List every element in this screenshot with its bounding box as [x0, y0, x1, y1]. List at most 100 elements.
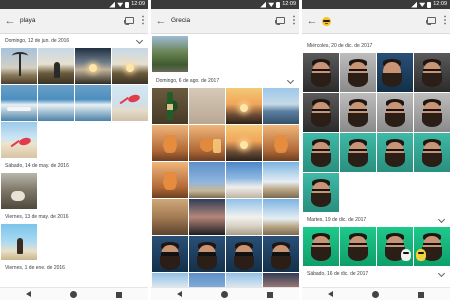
nav-home-icon[interactable] [70, 291, 77, 298]
photo-thumbnail[interactable] [152, 273, 188, 287]
photo-thumbnail[interactable] [226, 199, 262, 235]
signal-icon [109, 1, 116, 8]
photo-thumbnail[interactable] [1, 122, 37, 158]
date-header[interactable]: Viernes, 13 de may. de 2016 [0, 211, 148, 224]
photo-thumbnail[interactable] [189, 125, 225, 161]
results-list[interactable]: Miércoles, 20 de dic. de 2017 Martes, 19… [302, 35, 450, 287]
photo-thumbnail[interactable] [340, 53, 376, 92]
photo-thumbnail[interactable] [189, 273, 225, 287]
photo-thumbnail[interactable] [152, 162, 188, 198]
photo-thumbnail[interactable] [189, 88, 225, 124]
date-header[interactable]: Viernes, 1 de ene. de 2016 [0, 262, 148, 275]
chevron-down-icon[interactable] [135, 36, 144, 45]
status-time: 12:09 [282, 1, 296, 7]
photo-thumbnail[interactable] [226, 88, 262, 124]
photo-thumbnail[interactable] [414, 227, 450, 266]
status-bar: 12:09 [0, 0, 148, 9]
nav-home-icon[interactable] [372, 291, 379, 298]
photo-thumbnail[interactable] [1, 173, 37, 209]
cast-icon[interactable] [275, 17, 285, 25]
cast-icon[interactable] [124, 17, 134, 25]
date-header[interactable]: Miércoles, 20 de dic. de 2017 [302, 40, 450, 53]
photo-thumbnail[interactable] [75, 48, 111, 84]
nav-recents-icon[interactable] [267, 291, 273, 298]
date-header[interactable]: Domingo, 12 de jun. de 2016 [0, 35, 148, 48]
back-arrow-icon[interactable]: ← [4, 15, 16, 27]
photo-thumbnail[interactable] [226, 125, 262, 161]
results-list[interactable]: Domingo, 6 de ago. de 2017 [151, 35, 299, 287]
photo-thumbnail[interactable] [152, 236, 188, 272]
photo-thumbnail[interactable] [189, 199, 225, 235]
photo-thumbnail[interactable] [303, 93, 339, 132]
photo-thumbnail[interactable] [152, 88, 188, 124]
sunglasses-emoji-icon[interactable] [322, 17, 331, 26]
photo-thumbnail[interactable] [340, 133, 376, 172]
android-nav-bar [302, 287, 450, 300]
search-query[interactable]: playa [20, 16, 36, 26]
more-options-icon[interactable]: ⋮ [289, 15, 299, 27]
photo-thumbnail[interactable] [340, 227, 376, 266]
photo-thumbnail[interactable] [152, 199, 188, 235]
date-label: Domingo, 6 de ago. de 2017 [156, 78, 220, 84]
android-nav-bar [0, 287, 148, 300]
photo-thumbnail[interactable] [152, 125, 188, 161]
photo-thumbnail[interactable] [1, 224, 37, 260]
photo-thumbnail[interactable] [377, 133, 413, 172]
nav-back-icon[interactable] [26, 291, 31, 297]
photo-thumbnail[interactable] [112, 48, 148, 84]
photo-thumbnail[interactable] [38, 48, 74, 84]
signal-icon [260, 1, 267, 8]
date-header[interactable]: Domingo, 6 de ago. de 2017 [151, 75, 299, 88]
results-list[interactable]: Domingo, 12 de jun. de 2016 Sábado, 14 d… [0, 35, 148, 287]
search-query[interactable]: Grecia [171, 16, 190, 26]
photo-thumbnail[interactable] [263, 162, 299, 198]
photo-thumbnail[interactable] [75, 85, 111, 121]
chevron-down-icon[interactable] [437, 269, 446, 278]
chevron-down-icon[interactable] [286, 76, 295, 85]
photo-thumbnail[interactable] [263, 125, 299, 161]
battery-icon [427, 1, 432, 8]
photo-thumbnail[interactable] [414, 53, 450, 92]
photo-thumbnail[interactable] [303, 173, 339, 212]
more-options-icon[interactable]: ⋮ [440, 15, 450, 27]
photo-thumbnail[interactable] [340, 93, 376, 132]
nav-back-icon[interactable] [328, 291, 333, 297]
photo-thumbnail[interactable] [226, 236, 262, 272]
photo-thumbnail[interactable] [303, 53, 339, 92]
photo-thumbnail[interactable] [377, 53, 413, 92]
photo-thumbnail[interactable] [377, 93, 413, 132]
photo-thumbnail[interactable] [1, 48, 37, 84]
date-label: Sábado, 14 de may. de 2016 [5, 163, 69, 169]
photo-thumbnail[interactable] [414, 93, 450, 132]
photo-thumbnail[interactable] [226, 273, 262, 287]
photo-thumbnail[interactable] [38, 85, 74, 121]
photo-thumbnail[interactable] [303, 133, 339, 172]
nav-back-icon[interactable] [177, 291, 182, 297]
photo-thumbnail[interactable] [226, 162, 262, 198]
nav-home-icon[interactable] [221, 291, 228, 298]
photo-thumbnail[interactable] [263, 236, 299, 272]
photo-thumbnail[interactable] [263, 88, 299, 124]
back-arrow-icon[interactable]: ← [155, 15, 167, 27]
date-header[interactable]: Sábado, 14 de may. de 2016 [0, 160, 148, 173]
photo-thumbnail[interactable] [1, 85, 37, 121]
photo-thumbnail[interactable] [189, 236, 225, 272]
date-header[interactable]: Sábado, 16 de dic. de 2017 [302, 268, 450, 281]
photo-thumbnail[interactable] [189, 162, 225, 198]
photo-thumbnail[interactable] [112, 85, 148, 121]
photo-thumbnail[interactable] [263, 273, 299, 287]
photo-thumbnail[interactable] [152, 36, 188, 72]
date-header[interactable]: Martes, 19 de dic. de 2017 [302, 214, 450, 227]
photo-thumbnail[interactable] [377, 227, 413, 266]
photo-thumbnail[interactable] [414, 133, 450, 172]
back-arrow-icon[interactable]: ← [306, 15, 318, 27]
nav-recents-icon[interactable] [116, 291, 122, 298]
photo-grid [0, 48, 148, 158]
photo-thumbnail[interactable] [303, 227, 339, 266]
cast-icon[interactable] [426, 17, 436, 25]
photo-thumbnail[interactable] [263, 199, 299, 235]
more-options-icon[interactable]: ⋮ [138, 15, 148, 27]
search-app-bar: ← ⋮ [302, 9, 450, 34]
chevron-down-icon[interactable] [437, 215, 446, 224]
nav-recents-icon[interactable] [418, 291, 424, 298]
